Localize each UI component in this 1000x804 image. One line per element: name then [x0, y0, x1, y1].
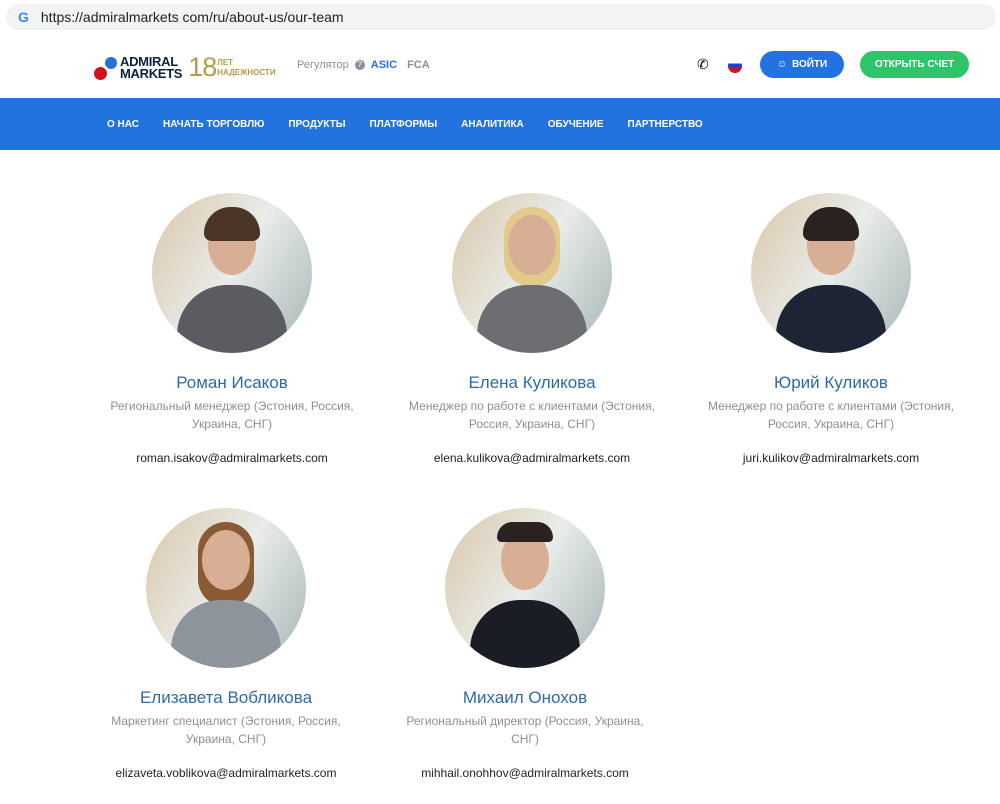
team-member-card: Елена Куликова Менеджер по работе с клие…	[382, 193, 682, 465]
regulator: Регулятор ? ASIC FCA	[297, 59, 430, 71]
member-role: Региональный директор (Россия, Украина, …	[406, 714, 644, 746]
team-member-card: Михаил Онохов Региональный директор (Рос…	[375, 508, 675, 780]
avatar	[152, 193, 312, 353]
brand-line2: MARKETS	[120, 65, 183, 81]
member-email[interactable]: elizaveta.voblikova@admiralmarkets.com	[76, 766, 376, 780]
team-member-card: Роман Исаков Региональный менеджер (Эсто…	[82, 193, 382, 465]
regulator-label: Регулятор	[297, 59, 349, 71]
years-badge: 18 ЛЕТ НАДЕЖНОСТИ	[188, 52, 275, 83]
user-icon: ☺	[776, 59, 787, 70]
nav-about[interactable]: О НАС	[107, 119, 139, 130]
nav-education[interactable]: ОБУЧЕНИЕ	[548, 119, 604, 130]
team-member-card: Елизавета Вобликова Маркетинг специалист…	[76, 508, 376, 780]
member-email[interactable]: mihhail.onohhov@admiralmarkets.com	[375, 766, 675, 780]
member-role: Региональный менеджер (Эстония, Россия, …	[110, 399, 354, 431]
russia-flag-icon[interactable]	[728, 59, 742, 73]
regulator-asic[interactable]: ASIC	[371, 59, 397, 71]
nav-platforms[interactable]: ПЛАТФОРМЫ	[370, 119, 438, 130]
years-number: 18	[188, 52, 217, 82]
logo-dots-icon	[94, 55, 120, 81]
member-role: Менеджер по работе с клиентами (Эстония,…	[409, 399, 655, 431]
member-email[interactable]: elena.kulikova@admiralmarkets.com	[382, 451, 682, 465]
nav-analytics[interactable]: АНАЛИТИКА	[461, 119, 524, 130]
regulator-fca[interactable]: FCA	[407, 59, 430, 71]
team-member-card: Юрий Куликов Менеджер по работе с клиент…	[681, 193, 981, 465]
member-name: Елена Куликова	[468, 373, 596, 392]
avatar	[146, 508, 306, 668]
avatar	[452, 193, 612, 353]
member-role: Менеджер по работе с клиентами (Эстония,…	[708, 399, 954, 431]
phone-icon[interactable]: ✆	[697, 56, 709, 73]
member-email[interactable]: roman.isakov@admiralmarkets.com	[82, 451, 382, 465]
login-button[interactable]: ☺ ВОЙТИ	[760, 51, 844, 78]
years-text2: НАДЕЖНОСТИ	[217, 67, 276, 77]
member-name: Елизавета Вобликова	[139, 688, 313, 707]
logo[interactable]: ADMIRAL MARKETS 18 ЛЕТ НАДЕЖНОСТИ	[94, 52, 276, 83]
nav-start-trading[interactable]: НАЧАТЬ ТОРГОВЛЮ	[163, 119, 264, 130]
member-name: Роман Исаков	[176, 373, 288, 392]
avatar	[445, 508, 605, 668]
open-account-button[interactable]: ОТКРЫТЬ СЧЕТ	[860, 51, 969, 78]
url-text: https://admiralmarkets com/ru/about-us/o…	[40, 9, 344, 25]
google-icon: G	[18, 9, 29, 25]
member-email[interactable]: juri.kulikov@admiralmarkets.com	[681, 451, 981, 465]
member-name: Юрий Куликов	[774, 373, 888, 392]
member-role: Маркетинг специалист (Эстония, Россия, У…	[111, 714, 341, 746]
years-text1: ЛЕТ	[217, 57, 234, 67]
address-bar[interactable]: G https://admiralmarkets com/ru/about-us…	[6, 4, 996, 30]
help-icon[interactable]: ?	[354, 60, 365, 70]
avatar	[751, 193, 911, 353]
main-nav: О НАС НАЧАТЬ ТОРГОВЛЮ ПРОДУКТЫ ПЛАТФОРМЫ…	[0, 98, 1000, 150]
site-header: ADMIRAL MARKETS 18 ЛЕТ НАДЕЖНОСТИ Регулято…	[0, 36, 1000, 98]
nav-products[interactable]: ПРОДУКТЫ	[288, 119, 345, 130]
nav-partnership[interactable]: ПАРТНЕРСТВО	[628, 119, 703, 130]
member-name: Михаил Онохов	[462, 688, 588, 707]
